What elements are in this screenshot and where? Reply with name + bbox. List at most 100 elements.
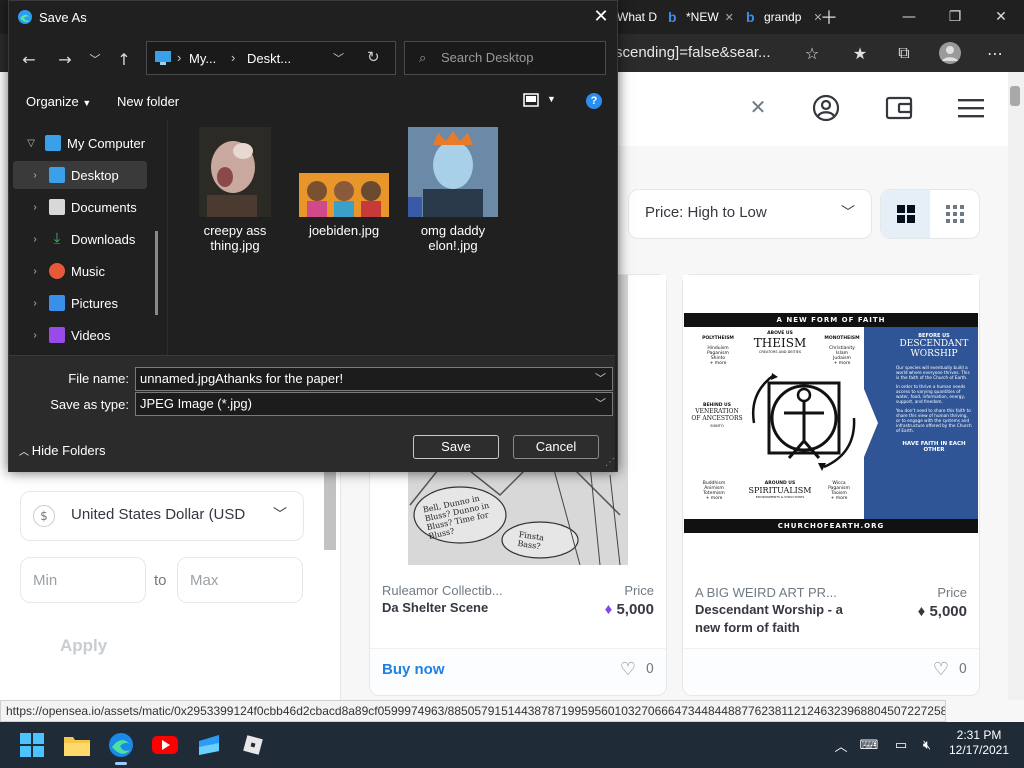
roblox-icon[interactable] <box>234 726 272 764</box>
nav-item-music[interactable]: › Music <box>13 257 169 285</box>
volume-mute-icon[interactable]: 🔇︎ <box>916 734 938 756</box>
clear-search-icon[interactable]: ✕ <box>746 95 770 119</box>
view-options-icon[interactable] <box>523 93 539 110</box>
small-grid-icon[interactable] <box>930 190 979 238</box>
help-icon[interactable]: ? <box>586 93 602 109</box>
breadcrumb-item[interactable]: My... <box>189 51 216 66</box>
close-window-icon[interactable]: ✕ <box>978 0 1024 34</box>
collections-icon[interactable]: ⧉ <box>889 38 919 68</box>
paint-icon[interactable] <box>190 726 228 764</box>
sidebar-scrollbar[interactable] <box>324 470 336 550</box>
asset-card[interactable]: A NEW FORM OF FAITH POLYTHEISM Hinduism … <box>682 274 980 696</box>
poster-para-2: In order to thrive a human needs access … <box>896 384 966 404</box>
nav-item-documents[interactable]: › Documents <box>13 193 169 221</box>
view-caret-icon[interactable]: ▼ <box>547 94 556 104</box>
organize-menu[interactable]: Organize ▼ <box>26 94 91 109</box>
browser-tab-1[interactable]: What D <box>617 4 657 30</box>
browser-tab-2[interactable]: b *NEW ✕ <box>668 4 734 30</box>
max-price-input[interactable]: Max <box>177 557 303 603</box>
resize-grip-icon[interactable]: ⋰ <box>605 457 615 468</box>
up-arrow-icon[interactable]: ↑ <box>110 45 138 73</box>
videos-icon <box>49 327 65 343</box>
minimize-icon[interactable]: — <box>886 0 932 34</box>
account-icon[interactable] <box>808 90 844 126</box>
file-item[interactable]: joebiden.jpg <box>289 127 399 238</box>
collection-name[interactable]: Ruleamor Collectib... <box>382 583 503 598</box>
favorites-icon[interactable]: ★ <box>845 38 875 68</box>
expanded-arrow-icon: ▷ <box>25 139 37 147</box>
wallet-icon[interactable] <box>881 90 917 126</box>
youtube-icon[interactable] <box>146 726 184 764</box>
menu-icon[interactable] <box>953 90 989 126</box>
downloads-icon: ⤓ <box>53 230 61 247</box>
poster-theism: THEISM <box>753 336 807 350</box>
file-name-input[interactable]: unnamed.jpgAthanks for the paper! ﹀ <box>135 367 613 391</box>
apply-button[interactable]: Apply <box>60 636 107 656</box>
large-grid-icon[interactable] <box>881 190 930 238</box>
file-explorer-icon[interactable] <box>58 726 96 764</box>
heart-icon[interactable]: ♡ <box>620 659 636 680</box>
recent-locations-icon[interactable]: ﹀ <box>81 45 109 73</box>
bing-icon: b <box>668 9 677 25</box>
nav-item-downloads[interactable]: › ⤓ Downloads <box>13 225 169 253</box>
file-thumbnail <box>199 127 271 217</box>
system-clock[interactable]: 2:31 PM 12/17/2021 <box>944 728 1014 758</box>
collapsed-arrow-icon: › <box>33 329 37 341</box>
buy-now-button[interactable]: Buy now <box>382 661 445 678</box>
url-text[interactable]: scending]=false&sear... <box>615 38 825 68</box>
file-name-label: File name: <box>68 371 129 386</box>
heart-icon[interactable]: ♡ <box>933 659 949 680</box>
view-toggle <box>880 189 980 239</box>
page-scrollbar-thumb[interactable] <box>1010 86 1020 106</box>
clock-time: 2:31 PM <box>956 728 1002 742</box>
forward-arrow-icon[interactable]: → <box>51 45 79 73</box>
nav-item-label: Pictures <box>71 295 118 311</box>
computer-icon <box>155 51 171 65</box>
start-icon[interactable] <box>13 726 51 764</box>
browser-tab-3[interactable]: b grandp ✕ <box>746 4 823 30</box>
new-folder-button[interactable]: New folder <box>117 94 179 109</box>
polygon-eth-icon: ♦ <box>604 601 613 618</box>
display-icon[interactable]: ▭ <box>890 734 912 756</box>
path-dropdown-icon[interactable]: ﹀ <box>333 50 344 66</box>
nav-item-videos[interactable]: › Videos <box>13 321 169 349</box>
file-item[interactable]: creepy ass thing.jpg <box>180 127 290 253</box>
breadcrumb-item[interactable]: Deskt... <box>247 51 291 66</box>
currency-select[interactable]: $ United States Dollar (USD ﹀ <box>20 491 304 541</box>
nav-pane-scrollbar[interactable] <box>155 231 158 315</box>
new-tab-button[interactable]: ＋ <box>820 4 838 30</box>
nav-item-pictures[interactable]: › Pictures <box>13 289 169 317</box>
nav-item-my-computer[interactable]: ▷ My Computer <box>9 129 165 157</box>
tab-close-icon[interactable]: ✕ <box>725 11 734 24</box>
collection-name[interactable]: A BIG WEIRD ART PR... <box>695 585 837 600</box>
more-options-icon[interactable]: ⋯ <box>980 38 1010 68</box>
asset-price: 5,000 <box>616 601 654 618</box>
desktop-icon <box>49 167 65 183</box>
dialog-search-input[interactable]: Search Desktop <box>404 41 606 75</box>
show-hidden-icons-icon[interactable]: ︿ <box>830 734 852 756</box>
poster-footer: CHURCHOFEARTH.ORG <box>684 519 978 533</box>
currency-label: United States Dollar (USD <box>71 506 246 523</box>
restore-icon[interactable]: ❐ <box>932 0 978 34</box>
save-button[interactable]: Save <box>413 435 499 459</box>
sort-select[interactable]: Price: High to Low ﹀ <box>628 189 872 239</box>
keyboard-icon[interactable]: ⌨ <box>858 734 880 756</box>
profile-icon[interactable] <box>935 38 965 68</box>
min-price-input[interactable]: Min <box>20 557 146 603</box>
add-favorite-icon[interactable]: ☆ <box>797 38 827 68</box>
edge-icon[interactable] <box>102 726 140 765</box>
nav-item-desktop[interactable]: › Desktop <box>13 161 147 189</box>
collapsed-arrow-icon: › <box>33 233 37 245</box>
save-as-type-select[interactable]: JPEG Image (*.jpg) ﹀ <box>135 392 613 416</box>
chevron-down-icon[interactable]: ﹀ <box>595 368 606 390</box>
address-breadcrumb[interactable]: › My... › Deskt... ﹀ ↻ <box>146 41 396 75</box>
poster-cta: HAVE FAITH IN EACH OTHER <box>902 441 966 453</box>
back-arrow-icon[interactable]: ← <box>15 45 43 73</box>
nav-item-label: Music <box>71 263 105 279</box>
file-item[interactable]: omg daddy elon!.jpg <box>398 127 508 253</box>
hide-folders-button[interactable]: ︿ Hide Folders <box>19 443 105 458</box>
cancel-button[interactable]: Cancel <box>513 435 599 459</box>
dialog-close-icon[interactable]: ✕ <box>587 3 615 31</box>
refresh-icon[interactable]: ↻ <box>367 48 380 66</box>
page-scrollbar[interactable] <box>1008 72 1024 700</box>
